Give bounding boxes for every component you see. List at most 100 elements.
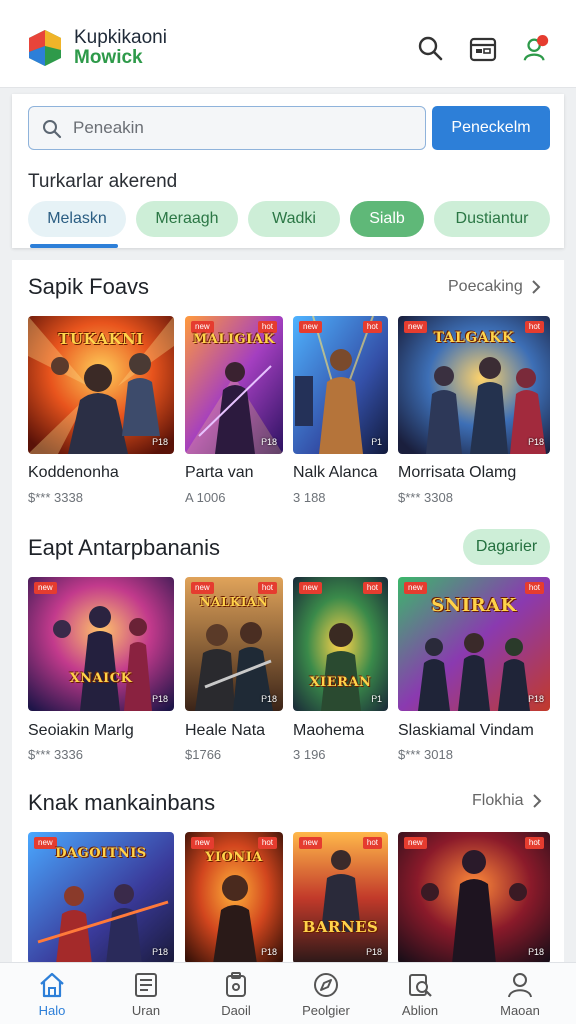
comic-title: Nalk Alanca [293,464,378,481]
home-icon [40,972,64,998]
comic-cover: new hot YIONIA Ꮲ18 [185,832,283,964]
page-count-badge: Ꮲ18 [152,694,168,704]
chevron-right-icon [532,280,541,294]
nav-item-profile[interactable]: Maoan [472,963,568,1024]
cover-title: NALKIAN [199,595,269,609]
page-count-badge: Ꮲ18 [152,947,168,957]
comic-card[interactable]: new DAGOITNIS Ꮲ18 [28,832,174,964]
app-header: Kupkikaoni Mowick [0,0,576,88]
comic-meta: 3 196 [293,747,326,762]
comic-card[interactable]: new hot SNIRAK Ꮲ18 Slaskiamal Vindam $**… [398,577,550,762]
calendar-icon[interactable] [468,34,498,64]
comic-card[interactable]: new hot NALKIAN Ꮲ18 Heale Nata $1766 [185,577,283,762]
search-icon[interactable] [416,34,446,64]
app-brand: Kupkikaoni Mowick [74,28,167,68]
cover-title: DAGOITNIS [55,846,147,861]
comic-card[interactable]: TUKAKNI Ꮲ18 Koddenonha $*** 3338 [28,316,174,505]
nav-label: Ablion [401,1003,439,1018]
clipboard-icon [226,972,246,997]
section-title: Eapt Antarpbananis [28,535,221,560]
chevron-right-icon [532,794,541,808]
comic-meta: $*** 3338 [28,490,83,505]
catalog-content: Sapik Foavs Poecaking TUKAKNI Ꮲ18 Kodden… [12,260,564,964]
comic-card[interactable]: new hot YIONIA Ꮲ18 [185,832,283,964]
new-tag: new [191,837,214,849]
comic-card[interactable]: new hot XIERAN Ꮲ1 Maohema 3 196 [293,577,388,762]
comic-meta: $*** 3018 [398,747,453,762]
comic-card[interactable]: new hot BARNES Ꮲ18 [293,832,388,964]
hot-tag: hot [257,582,277,594]
filter-chip-1[interactable]: Melaskn [28,201,126,237]
bottom-navigation: Halo Uran Daoil Peolgier Ablion Maoan [0,962,576,1024]
comic-card[interactable]: new hot Ꮲ1 Nalk Alanca 3 188 [293,316,388,505]
nav-item-explore[interactable]: Peolgier [278,963,374,1024]
profile-notification-icon[interactable] [521,34,551,64]
section-action-button[interactable]: Dagarier [463,529,550,565]
comic-cover: new hot SNIRAK Ꮲ18 [398,577,550,711]
cover-title: TALGAKK [433,330,515,346]
comic-cover: new hot Ꮲ1 [293,316,388,454]
filter-chip-4-selected[interactable]: Sialb [350,201,424,237]
cover-title: YIONIA [205,850,263,865]
nav-item-action[interactable]: Ablion [372,963,468,1024]
nav-label: Uran [131,1003,161,1018]
page-count-badge: Ꮲ18 [152,437,168,447]
comic-cover: new hot MALIGIAK Ꮲ18 [185,316,283,454]
brand-subtitle: Mowick [74,47,143,68]
comic-card[interactable]: new XNAICK Ꮲ18 Seoiakin Marlg $*** 3336 [28,577,174,762]
user-icon [508,973,532,998]
search-panel: Peneckelm Turkarlar akerend Melaskn Mera… [12,94,564,248]
comic-title: Heale Nata [185,722,266,739]
cover-title: SNIRAK [431,595,517,616]
comic-meta: $*** 3308 [398,490,453,505]
comic-cover: new hot Ꮲ18 [398,832,550,964]
cover-title: MALIGIAK [192,332,276,347]
filter-label: Turkarlar akerend [28,171,178,192]
new-tag: new [404,582,427,594]
brand-name: Kupkikaoni [74,27,167,48]
comic-cover: new hot TALGAKK Ꮲ18 [398,316,550,454]
comic-title: Morrisata Olamg [398,464,517,481]
nav-item-daily[interactable]: Daoil [188,963,284,1024]
nav-label: Daoil [221,1003,251,1018]
filter-chip-5[interactable]: Dustiantur [434,201,550,237]
see-more-label: Poecaking [448,278,523,295]
hot-tag: hot [524,837,544,849]
comic-meta: A 1006 [185,490,226,505]
compass-icon [314,973,338,997]
nav-item-news[interactable]: Uran [98,963,194,1024]
comic-title: Parta van [185,464,254,481]
cover-title: TUKAKNI [58,330,144,348]
search-field-icon [43,120,62,139]
filter-chip-3[interactable]: Wadki [248,201,340,237]
comic-title: Slaskiamal Vindam [398,722,534,739]
search-input[interactable] [73,115,413,141]
search-field[interactable] [28,106,426,150]
page-count-badge: Ꮲ18 [261,947,277,957]
comic-meta: $1766 [185,747,222,762]
news-icon [135,973,157,997]
search-button[interactable]: Peneckelm [432,106,550,150]
comic-card[interactable]: new hot Ꮲ18 [398,832,550,964]
nav-label: Peolgier [302,1003,350,1018]
section-see-more-link[interactable]: Flokhia [472,792,542,810]
nav-item-home[interactable]: Halo [4,963,100,1024]
page-count-badge: Ꮲ18 [528,694,544,704]
page-count-badge: Ꮲ18 [528,947,544,957]
comic-card[interactable]: new hot TALGAKK Ꮲ18 Morrisata Olamg $***… [398,316,550,505]
cover-title: XNAICK [69,671,133,686]
see-more-label: Flokhia [472,792,524,809]
hot-tag: hot [362,837,382,849]
page-count-badge: Ꮲ18 [366,947,382,957]
new-tag: new [404,837,427,849]
section-see-more-link[interactable]: Poecaking [448,278,541,296]
comic-meta: 3 188 [293,490,326,505]
cover-title: XIERAN [309,675,372,690]
comic-card[interactable]: new hot MALIGIAK Ꮲ18 Parta van A 1006 [185,316,283,505]
nav-label: Halo [38,1003,66,1018]
filter-chip-2[interactable]: Meraagh [136,201,238,237]
hot-tag: hot [362,321,382,333]
new-tag: new [299,321,322,333]
page-count-badge: Ꮲ18 [261,437,277,447]
active-tab-indicator [30,244,118,248]
